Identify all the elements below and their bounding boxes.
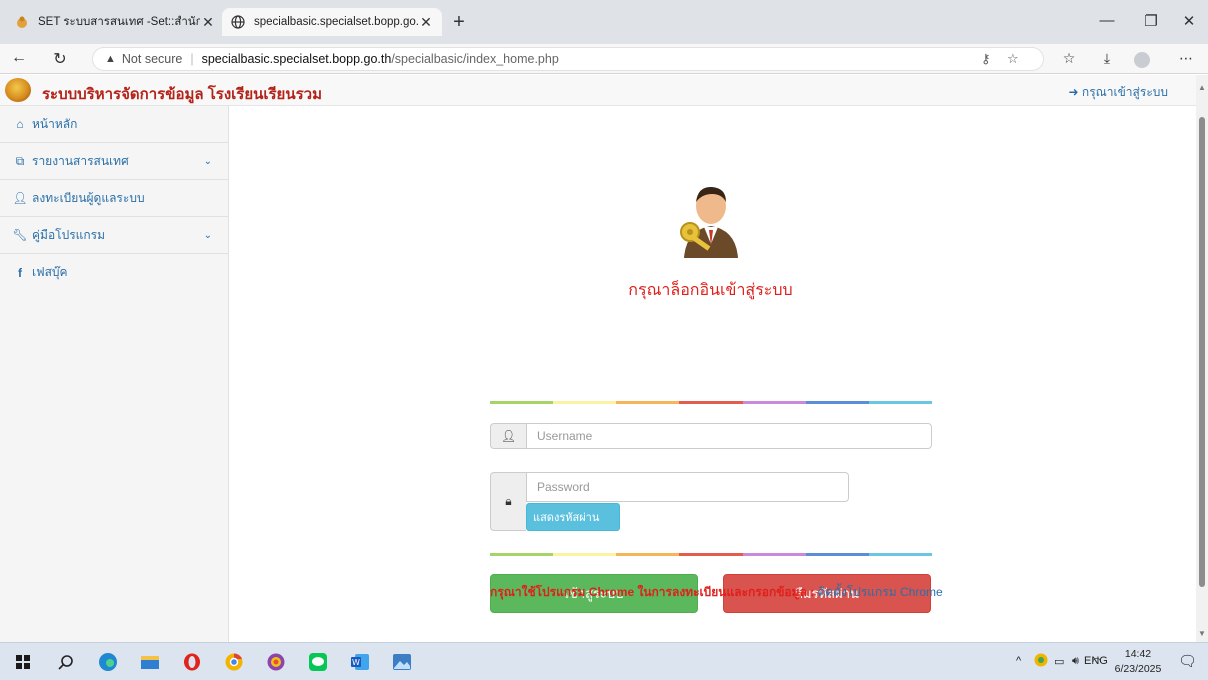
address-toolbar: ← ↻ ▲ Not secure | specialbasic.specials… <box>0 44 1208 74</box>
reload-icon[interactable]: ↻ <box>50 49 70 69</box>
address-bar[interactable]: ▲ Not secure | specialbasic.specialset.b… <box>92 47 1044 71</box>
language-indicator[interactable]: ENG <box>1084 655 1108 667</box>
wrench-icon: 🔧︎ <box>12 228 28 242</box>
tab-title: specialbasic.specialset.bopp.go.th <box>254 16 418 28</box>
opera-icon[interactable] <box>181 651 203 673</box>
sidebar-item-label: หน้าหลัก <box>32 116 78 131</box>
tab-close-icon[interactable]: ✕ <box>418 14 434 31</box>
tray-app-icon[interactable] <box>1034 653 1048 670</box>
globe-icon <box>230 14 246 30</box>
taskbar-clock[interactable]: 14:42 6/23/2025 <box>1112 647 1164 677</box>
facebook-icon: f <box>18 265 22 280</box>
navbar-login-link[interactable]: ➜ กรุณาเข้าสู่ระบบ <box>1069 83 1168 102</box>
show-password-button[interactable]: แสดงรหัสผ่าน <box>526 503 620 531</box>
word-icon[interactable]: W <box>349 651 371 673</box>
sidebar-item-home[interactable]: ⌂ หน้าหลัก <box>0 106 228 143</box>
photos-icon[interactable] <box>265 651 287 673</box>
lock-icon: 🔒︎ <box>490 472 526 531</box>
scroll-up-icon[interactable]: ▲ <box>1198 83 1206 92</box>
site-navbar: ระบบบริหารจัดการข้อมูล โรงเรียนเรียนรวม … <box>0 75 1196 106</box>
warning-icon: ▲ <box>105 53 116 65</box>
sidebar-item-label: คู่มือโปรแกรม <box>32 227 106 242</box>
clock-date: 6/23/2025 <box>1114 663 1162 675</box>
security-label[interactable]: Not secure <box>122 52 182 66</box>
rainbow-divider-bottom <box>490 553 932 556</box>
scroll-down-icon[interactable]: ▼ <box>1198 629 1206 638</box>
home-icon: ⌂ <box>16 117 24 131</box>
password-column: แสดงรหัสผ่าน <box>526 472 849 531</box>
browser-tab-set[interactable]: SET ระบบสารสนเทศ -Set::สำนักบริหาร ✕ <box>6 9 224 35</box>
line-app-icon[interactable] <box>307 651 329 673</box>
browser-tab-bar: SET ระบบสารสนเทศ -Set::สำนักบริหาร ✕ spe… <box>0 0 1208 44</box>
restore-icon[interactable]: ❐ <box>1141 12 1161 30</box>
sidebar-item-reports[interactable]: ⧉ รายงานสารสนเทศ ⌄ <box>0 143 228 180</box>
sidebar-item-label: เฟสบุ๊ค <box>32 265 68 279</box>
web-page: ระบบบริหารจัดการข้อมูล โรงเรียนเรียนรวม … <box>0 75 1196 642</box>
search-icon[interactable] <box>55 651 77 673</box>
site-logo <box>5 78 31 102</box>
password-group: 🔒︎ แสดงรหัสผ่าน <box>490 472 849 531</box>
install-chrome-link[interactable]: ติดตั้งโปรแกรม Chrome <box>818 585 943 599</box>
scroll-thumb[interactable] <box>1199 117 1205 587</box>
profile-avatar[interactable] <box>1134 52 1150 68</box>
copy-icon: ⧉ <box>15 153 25 168</box>
user-icon: 👤︎ <box>490 423 526 449</box>
clock-time: 14:42 <box>1124 648 1152 660</box>
chevron-down-icon: ⌄ <box>203 229 212 241</box>
sidebar-item-register-admin[interactable]: 👤︎ ลงทะเบียนผู้ดูแลระบบ <box>0 180 228 217</box>
chevron-down-icon: ⌄ <box>203 155 212 167</box>
battery-icon[interactable]: ▭ <box>1054 655 1064 668</box>
chrome-notice-text: กรุณาใช้โปรแกรม Chrome ในการลงทะเบียนและ… <box>490 584 950 601</box>
tray-chevron-up-icon[interactable]: ^ <box>1016 655 1021 667</box>
username-input[interactable] <box>526 423 932 449</box>
tab-favicon-icon <box>14 14 30 30</box>
rainbow-divider-top <box>490 401 932 404</box>
chrome-icon[interactable] <box>223 651 245 673</box>
edge-browser-icon[interactable] <box>97 651 119 673</box>
password-input[interactable] <box>526 472 849 502</box>
windows-taskbar: W ^ ▭ 🔊︎ ◠ ENG 14:42 6/23/2025 🗨︎ <box>0 642 1208 680</box>
minimize-icon[interactable]: — <box>1097 12 1117 29</box>
new-tab-icon[interactable]: + <box>448 11 470 33</box>
more-menu-icon[interactable]: ⋯ <box>1176 50 1196 67</box>
sidebar-item-label: รายงานสารสนเทศ <box>32 153 129 168</box>
browser-tab-specialbasic[interactable]: specialbasic.specialset.bopp.go.th ✕ <box>222 8 442 36</box>
url-host: specialbasic.specialset.bopp.go.th <box>201 52 392 66</box>
login-title: กรุณาล็อกอินเข้าสู่ระบบ <box>628 282 793 299</box>
volume-icon[interactable]: 🔊︎ <box>1072 655 1079 668</box>
sidebar-item-label: ลงทะเบียนผู้ดูแลระบบ <box>32 190 145 205</box>
window-close-icon[interactable]: ✕ <box>1179 12 1199 30</box>
user-icon: 👤︎ <box>12 191 28 205</box>
site-brand[interactable]: ระบบบริหารจัดการข้อมูล โรงเรียนเรียนรวม <box>42 82 322 106</box>
sidebar: ⌂ หน้าหลัก ⧉ รายงานสารสนเทศ ⌄ 👤︎ ลงทะเบี… <box>0 106 229 642</box>
sidebar-item-manual[interactable]: 🔧︎ คู่มือโปรแกรม ⌄ <box>0 217 228 254</box>
svg-text:W: W <box>352 658 360 667</box>
back-arrow-icon[interactable]: ← <box>9 49 29 67</box>
favorite-star-icon[interactable]: ☆ <box>1007 51 1019 67</box>
page-scrollbar[interactable]: ▲ ▼ <box>1196 75 1208 642</box>
address-separator: | <box>190 52 194 66</box>
image-viewer-icon[interactable] <box>391 651 413 673</box>
windows-start-icon[interactable] <box>12 651 34 673</box>
sign-in-icon: ➜ <box>1068 85 1079 99</box>
notification-icon[interactable]: 🗨︎ <box>1178 652 1197 670</box>
sidebar-item-facebook[interactable]: f เฟสบุ๊ค <box>0 254 228 291</box>
key-icon[interactable]: ⚷ <box>981 51 991 67</box>
tab-close-icon[interactable]: ✕ <box>200 14 216 31</box>
tab-title: SET ระบบสารสนเทศ -Set::สำนักบริหาร <box>38 16 200 28</box>
user-key-icon <box>680 186 738 258</box>
navbar-login-label: กรุณาเข้าสู่ระบบ <box>1081 85 1168 99</box>
download-icon[interactable]: ⤓ <box>1097 50 1117 67</box>
url-path: /specialbasic/index_home.php <box>391 52 559 66</box>
username-group: 👤︎ <box>490 423 932 449</box>
login-panel: กรุณาล็อกอินเข้าสู่ระบบ 👤︎ 🔒︎ แสดงรหัสผ่… <box>229 106 1196 642</box>
favorites-icon[interactable]: ☆ <box>1059 50 1079 67</box>
notice-warning-text: กรุณาใช้โปรแกรม Chrome ในการลงทะเบียนและ… <box>490 585 815 599</box>
file-explorer-icon[interactable] <box>139 651 161 673</box>
